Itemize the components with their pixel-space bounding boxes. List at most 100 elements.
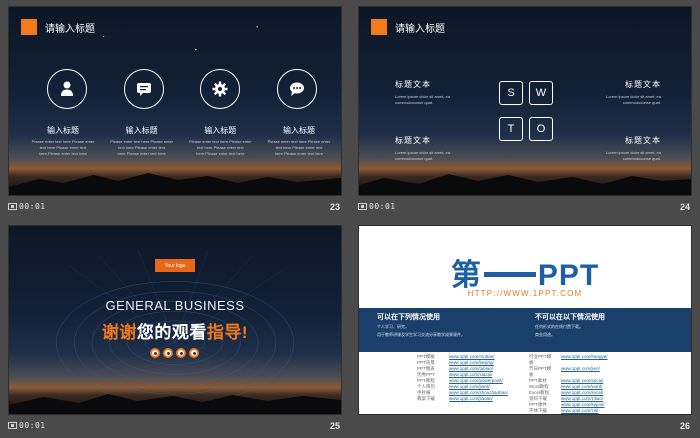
slide-title: 请输入标题 — [45, 23, 95, 35]
thanks-part-b: 您的观看 — [136, 323, 207, 342]
block-heading: 标题文本 — [395, 136, 431, 145]
slide-thumbnail-26[interactable]: 第 PPT HTTP://WWW.1PPT.COM 可以在下列情况使用 个人学习、… — [350, 219, 692, 438]
slide-title: 请输入标题 — [395, 23, 445, 35]
chat-bubble-icon — [123, 69, 164, 109]
link-row: 字体下载 www.1ppt.com/ziti/ — [529, 408, 649, 414]
block-body: Lorem ipsum dolor sit amet, ea commodoco… — [606, 94, 661, 105]
slide-thumbnail-25[interactable]: Your logo GENERAL BUSINESS 谢谢您的观看指导! 00:… — [0, 219, 342, 438]
swot-text-block: 标题文本 Lorem ipsum dolor sit amet, ea commo… — [591, 135, 661, 162]
link-url[interactable]: www.1ppt.com/jiaoan/ — [449, 396, 493, 402]
swot-w-box: W — [529, 81, 553, 105]
swot-t-box: T — [499, 117, 523, 141]
gear-icon — [200, 69, 241, 109]
block-body: Lorem ipsum dolor sit amet, ea commodoco… — [395, 150, 450, 161]
allowed-item: 用于教师讲课及学生学习交流分享教学成果课件。 — [377, 332, 465, 337]
slide-meta: 00:01 25 — [8, 417, 342, 435]
link-key: 节日PPT模板 — [529, 366, 552, 377]
slide-timing: 00:01 — [369, 202, 396, 211]
brand-url: HTTP://WWW.1PPT.COM — [467, 289, 583, 298]
block-body: Lorem ipsum dolor sit amet, ea commodoco… — [395, 94, 450, 105]
column-heading: 输入标题 — [125, 126, 158, 135]
mountain-silhouette — [9, 394, 341, 414]
circle-dot-icon — [189, 348, 199, 358]
text-column: 输入标题 Please enter text here.Please enter … — [267, 125, 331, 157]
slide-timing: 00:01 — [19, 202, 46, 211]
links-right: 行业PPT模板 www.1ppt.com/hangye/ 节日PPT模板 www.1… — [529, 354, 649, 414]
swot-o-box: O — [529, 117, 553, 141]
text-columns: 输入标题 Please enter text here.Please enter … — [31, 125, 331, 157]
allowed-heading: 可以在下列情况使用 — [377, 314, 440, 321]
column-heading: 输入标题 — [204, 126, 237, 135]
text-column: 输入标题 Please enter text here.Please enter … — [31, 125, 95, 157]
column-body: Please enter text here.Please enter text… — [31, 139, 95, 156]
logo-placeholder: Your logo — [155, 259, 195, 272]
circle-dot-icon — [176, 348, 186, 358]
slide-number: 23 — [329, 202, 340, 212]
slide-canvas: Your logo GENERAL BUSINESS 谢谢您的观看指导! — [8, 225, 342, 415]
transition-indicator[interactable]: 00:01 — [8, 421, 46, 430]
transition-icon — [8, 422, 17, 429]
block-body: Lorem ipsum dolor sit amet, ea commodoco… — [606, 150, 661, 161]
brand-dash — [483, 271, 536, 277]
link-key: 教案下载 — [417, 396, 435, 401]
column-heading: 输入标题 — [282, 126, 315, 135]
slide-heading: GENERAL BUSINESS — [105, 298, 245, 313]
slide-timing: 00:01 — [19, 421, 46, 430]
slide-thumbnail-23[interactable]: 请输入标题 输入标题 Please enter text here.Please … — [0, 0, 342, 219]
brand-logo: 第 PPT — [359, 250, 691, 294]
slide-meta: 26 — [358, 417, 692, 435]
link-key: 行业PPT模板 — [529, 354, 552, 365]
slide-header: 请输入标题 — [21, 19, 95, 35]
slide-number: 25 — [329, 421, 340, 431]
accent-square — [21, 19, 37, 35]
slide-canvas: 请输入标题 S W T O 标题文本 Lorem ipsum dolor sit … — [358, 6, 692, 196]
column-heading: 输入标题 — [47, 126, 79, 135]
block-heading: 标题文本 — [625, 80, 661, 89]
slide-meta: 00:01 23 — [8, 198, 342, 216]
circle-dot-icon — [163, 348, 173, 358]
usage-info-bar: 可以在下列情况使用 个人学习、研究。 用于教师讲课及学生学习交流分享教学成果课件… — [359, 308, 691, 352]
column-body: Please enter text here.Please enter text… — [267, 139, 331, 156]
brand-char: 第 — [450, 259, 482, 292]
slide-number: 24 — [679, 202, 690, 212]
link-key: 字体下载 — [529, 408, 547, 413]
swot-text-block: 标题文本 Lorem ipsum dolor sit amet, ea commo… — [395, 135, 465, 162]
link-url[interactable]: www.1ppt.com/jieri/ — [561, 366, 600, 378]
text-column: 输入标题 Please enter text here.Please enter … — [110, 125, 174, 157]
forbidden-heading: 不可以在以下情况使用 — [535, 314, 605, 321]
slide-sorter: 请输入标题 输入标题 Please enter text here.Please … — [0, 0, 700, 438]
transition-indicator[interactable]: 00:01 — [8, 202, 46, 211]
forbidden-item: 商业用途。 — [535, 332, 555, 337]
link-url[interactable]: www.1ppt.com/ziti/ — [561, 408, 598, 414]
transition-indicator[interactable]: 00:01 — [358, 202, 396, 211]
swot-text-block: 标题文本 Lorem ipsum dolor sit amet, ea commo… — [395, 79, 465, 106]
slide-thumbnail-24[interactable]: 请输入标题 S W T O 标题文本 Lorem ipsum dolor sit … — [350, 0, 692, 219]
circle-dot-icon — [150, 348, 160, 358]
links-left: PPT模板 www.1ppt.com/moban/ PPT背景 www.1ppt.c… — [417, 354, 537, 402]
block-heading: 标题文本 — [395, 80, 431, 89]
forbidden-item: 任何形式的在线付费下载。 — [535, 324, 583, 329]
column-body: Please enter text here.Please enter text… — [188, 139, 252, 156]
mountain-silhouette — [359, 174, 691, 195]
thanks-part-a: 谢谢 — [101, 323, 137, 342]
swot-s-box: S — [499, 81, 523, 105]
slide-header: 请输入标题 — [371, 19, 445, 35]
slide-number: 26 — [679, 421, 690, 431]
dot-decoration-row — [150, 348, 199, 358]
speech-icon — [276, 69, 317, 109]
swot-text-block: 标题文本 Lorem ipsum dolor sit amet, ea commo… — [591, 79, 661, 106]
column-body: Please enter text here.Please enter text… — [110, 139, 174, 156]
link-row: 行业PPT模板 www.1ppt.com/hangye/ — [529, 354, 649, 366]
brand-ppt: PPT — [537, 259, 600, 292]
link-url[interactable]: www.1ppt.com/hangye/ — [561, 354, 608, 366]
slide-meta: 00:01 24 — [358, 198, 692, 216]
icon-row — [47, 69, 317, 109]
slide-canvas: 请输入标题 输入标题 Please enter text here.Please … — [8, 6, 342, 196]
link-row: 节日PPT模板 www.1ppt.com/jieri/ — [529, 366, 649, 378]
text-column: 输入标题 Please enter text here.Please enter … — [188, 125, 252, 157]
transition-icon — [8, 203, 17, 210]
link-row: 教案下载 www.1ppt.com/jiaoan/ — [417, 396, 537, 402]
block-heading: 标题文本 — [625, 136, 661, 145]
thanks-text: 谢谢您的观看指导! — [9, 318, 341, 343]
transition-icon — [358, 203, 367, 210]
